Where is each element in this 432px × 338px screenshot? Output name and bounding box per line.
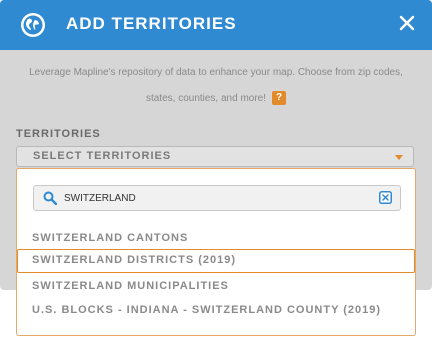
option-us-blocks-switzerland-county[interactable]: U.S. BLOCKS - INDIANA - SWITZERLAND COUN… — [17, 299, 415, 321]
dialog-header: ADD TERRITORIES — [0, 0, 432, 50]
option-label: U.S. BLOCKS - INDIANA - SWITZERLAND COUN… — [32, 304, 382, 316]
description-line-1: Leverage Mapline's repository of data to… — [29, 67, 403, 78]
description-line-2-text: states, counties, and more! — [145, 93, 267, 104]
select-placeholder: SELECT TERRITORIES — [33, 150, 172, 162]
globe-icon — [21, 13, 45, 37]
help-icon[interactable]: ? — [272, 91, 287, 106]
option-label: SWITZERLAND DISTRICTS (2019) — [32, 254, 237, 266]
close-icon[interactable] — [398, 14, 416, 32]
territory-search — [33, 185, 401, 211]
option-label: SWITZERLAND MUNICIPALITIES — [32, 280, 229, 292]
option-label: SWITZERLAND CANTONS — [32, 232, 189, 244]
option-switzerland-cantons[interactable]: SWITZERLAND CANTONS — [17, 227, 415, 249]
search-icon — [43, 191, 57, 205]
description-line-2: states, counties, and more!? — [0, 86, 432, 112]
territories-label: TERRITORIES — [16, 128, 101, 140]
territories-select[interactable]: SELECT TERRITORIES — [16, 146, 414, 167]
option-switzerland-municipalities[interactable]: SWITZERLAND MUNICIPALITIES — [17, 275, 415, 297]
chevron-down-icon — [395, 155, 403, 160]
clear-icon[interactable] — [379, 191, 392, 204]
option-switzerland-districts[interactable]: SWITZERLAND DISTRICTS (2019) — [17, 249, 415, 273]
search-input[interactable] — [64, 190, 364, 206]
dialog-description: Leverage Mapline's repository of data to… — [0, 60, 432, 112]
territories-dropdown: SWITZERLAND CANTONS SWITZERLAND DISTRICT… — [16, 168, 416, 336]
dialog-title: ADD TERRITORIES — [66, 14, 237, 33]
